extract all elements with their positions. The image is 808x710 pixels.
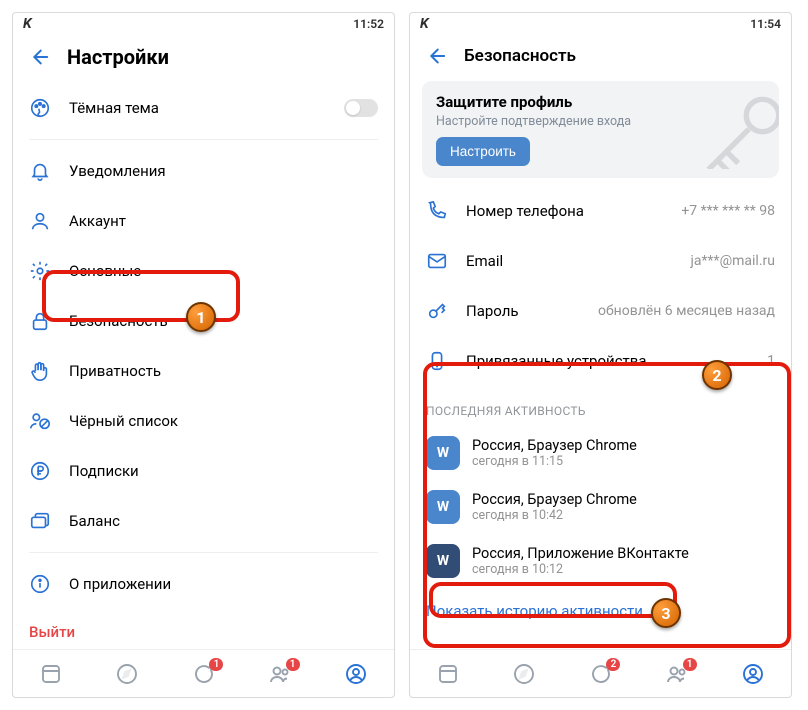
nav-friends-badge: 1 <box>286 658 300 671</box>
page-title: Настройки <box>67 45 169 69</box>
lock-icon <box>29 310 51 332</box>
label: Подписки <box>69 462 378 480</box>
sidebar-item-account[interactable]: Аккаунт <box>13 196 394 246</box>
device-icon <box>426 350 448 372</box>
session-subtitle: сегодня в 10:12 <box>472 562 689 577</box>
gear-icon <box>29 260 51 282</box>
key-icon <box>695 89 779 169</box>
activity-section-header: ПОСЛЕДНЯЯ АКТИВНОСТЬ <box>410 386 791 426</box>
nav-messages-icon[interactable]: 1 <box>191 662 215 686</box>
password-row[interactable]: Пароль обновлён 6 месяцев назад <box>410 286 791 336</box>
dark-theme-toggle[interactable] <box>344 99 378 117</box>
back-arrow-icon[interactable] <box>27 46 49 68</box>
phone-value: +7 *** *** ** 98 <box>681 203 775 219</box>
carrier-k: K <box>420 16 429 32</box>
label: Аккаунт <box>69 212 378 230</box>
mail-icon <box>426 250 448 272</box>
nav-profile-icon[interactable] <box>344 662 368 686</box>
bottom-nav: 1 1 <box>13 649 394 697</box>
password-label: Пароль <box>466 302 580 320</box>
sidebar-item-subscriptions[interactable]: Подписки <box>13 446 394 496</box>
people-block-icon <box>29 410 51 432</box>
logout-button[interactable]: Выйти <box>13 609 394 649</box>
label: Безопасность <box>69 312 378 330</box>
vk-logo-icon: W <box>426 544 460 578</box>
carrier-k: K <box>23 16 32 32</box>
hand-icon <box>29 360 51 382</box>
sidebar-item-security[interactable]: Безопасность <box>13 296 394 346</box>
header: Безопасность <box>410 35 791 81</box>
session-row[interactable]: W Россия, Браузер Chrome сегодня в 10:42 <box>410 480 791 534</box>
nav-friends-icon[interactable]: 1 <box>268 662 292 686</box>
session-row[interactable]: W Россия, Браузер Chrome сегодня в 11:15 <box>410 426 791 480</box>
devices-label: Привязанные устройства <box>466 352 749 370</box>
password-value: обновлён 6 месяцев назад <box>598 303 775 319</box>
label: Уведомления <box>69 162 378 180</box>
person-icon <box>29 210 51 232</box>
sidebar-item-privacy[interactable]: Приватность <box>13 346 394 396</box>
label: Приватность <box>69 362 378 380</box>
vk-logo-icon: W <box>426 436 460 470</box>
nav-messages-icon[interactable]: 2 <box>588 662 612 686</box>
info-icon <box>29 573 51 595</box>
page-title: Безопасность <box>464 46 576 66</box>
ruble-icon <box>29 460 51 482</box>
back-arrow-icon[interactable] <box>424 45 446 67</box>
session-row[interactable]: W Россия, Приложение ВКонтакте сегодня в… <box>410 534 791 588</box>
session-title: Россия, Браузер Chrome <box>472 437 637 454</box>
sidebar-item-about[interactable]: О приложении <box>13 559 394 609</box>
nav-messages-badge: 2 <box>606 658 620 671</box>
header: Настройки <box>13 35 394 83</box>
key-small-icon <box>426 300 448 322</box>
bottom-nav: 2 1 <box>410 649 791 697</box>
email-label: Email <box>466 252 673 270</box>
phone-label: Номер телефона <box>466 202 663 220</box>
phone-icon <box>426 200 448 222</box>
time: 11:52 <box>353 17 384 31</box>
nav-feed-icon[interactable] <box>436 662 460 686</box>
nav-discover-icon[interactable] <box>512 662 536 686</box>
session-title: Россия, Приложение ВКонтакте <box>472 545 689 562</box>
security-screen: K 11:54 Безопасность Защитите профиль На… <box>409 12 792 698</box>
label: О приложении <box>69 575 378 593</box>
email-value: ja***@mail.ru <box>691 253 775 269</box>
session-title: Россия, Браузер Chrome <box>472 491 637 508</box>
label: Основные <box>69 262 378 280</box>
bell-icon <box>29 160 51 182</box>
protect-profile-card: Защитите профиль Настройте подтверждение… <box>422 81 779 178</box>
session-subtitle: сегодня в 11:15 <box>472 454 637 469</box>
sidebar-item-balance[interactable]: Баланс <box>13 496 394 546</box>
divider <box>29 139 378 140</box>
nav-discover-icon[interactable] <box>115 662 139 686</box>
vk-logo-icon: W <box>426 490 460 524</box>
devices-row[interactable]: Привязанные устройства 1 <box>410 336 791 386</box>
end-sessions-link[interactable]: Завершить все сеансы <box>410 634 791 649</box>
divider <box>29 552 378 553</box>
nav-friends-badge: 1 <box>683 658 697 671</box>
nav-friends-icon[interactable]: 1 <box>665 662 689 686</box>
status-bar: K 11:52 <box>13 13 394 35</box>
email-row[interactable]: Email ja***@mail.ru <box>410 236 791 286</box>
sidebar-item-notifications[interactable]: Уведомления <box>13 146 394 196</box>
configure-button[interactable]: Настроить <box>436 137 530 166</box>
sidebar-item-blacklist[interactable]: Чёрный список <box>13 396 394 446</box>
dark-theme-label: Тёмная тема <box>69 99 326 117</box>
time: 11:54 <box>750 17 781 31</box>
phone-row[interactable]: Номер телефона +7 *** *** ** 98 <box>410 186 791 236</box>
settings-screen: K 11:52 Настройки Тёмная тема Уведомлени… <box>12 12 395 698</box>
dark-theme-row[interactable]: Тёмная тема <box>13 83 394 133</box>
sidebar-item-general[interactable]: Основные <box>13 246 394 296</box>
label: Чёрный список <box>69 412 378 430</box>
devices-value: 1 <box>767 353 775 369</box>
show-history-link[interactable]: Показать историю активности <box>410 588 791 634</box>
nav-messages-badge: 1 <box>209 658 223 671</box>
status-bar: K 11:54 <box>410 13 791 35</box>
nav-feed-icon[interactable] <box>39 662 63 686</box>
label: Баланс <box>69 512 378 530</box>
palette-icon <box>29 97 51 119</box>
cards-icon <box>29 510 51 532</box>
session-subtitle: сегодня в 10:42 <box>472 508 637 523</box>
nav-profile-icon[interactable] <box>741 662 765 686</box>
